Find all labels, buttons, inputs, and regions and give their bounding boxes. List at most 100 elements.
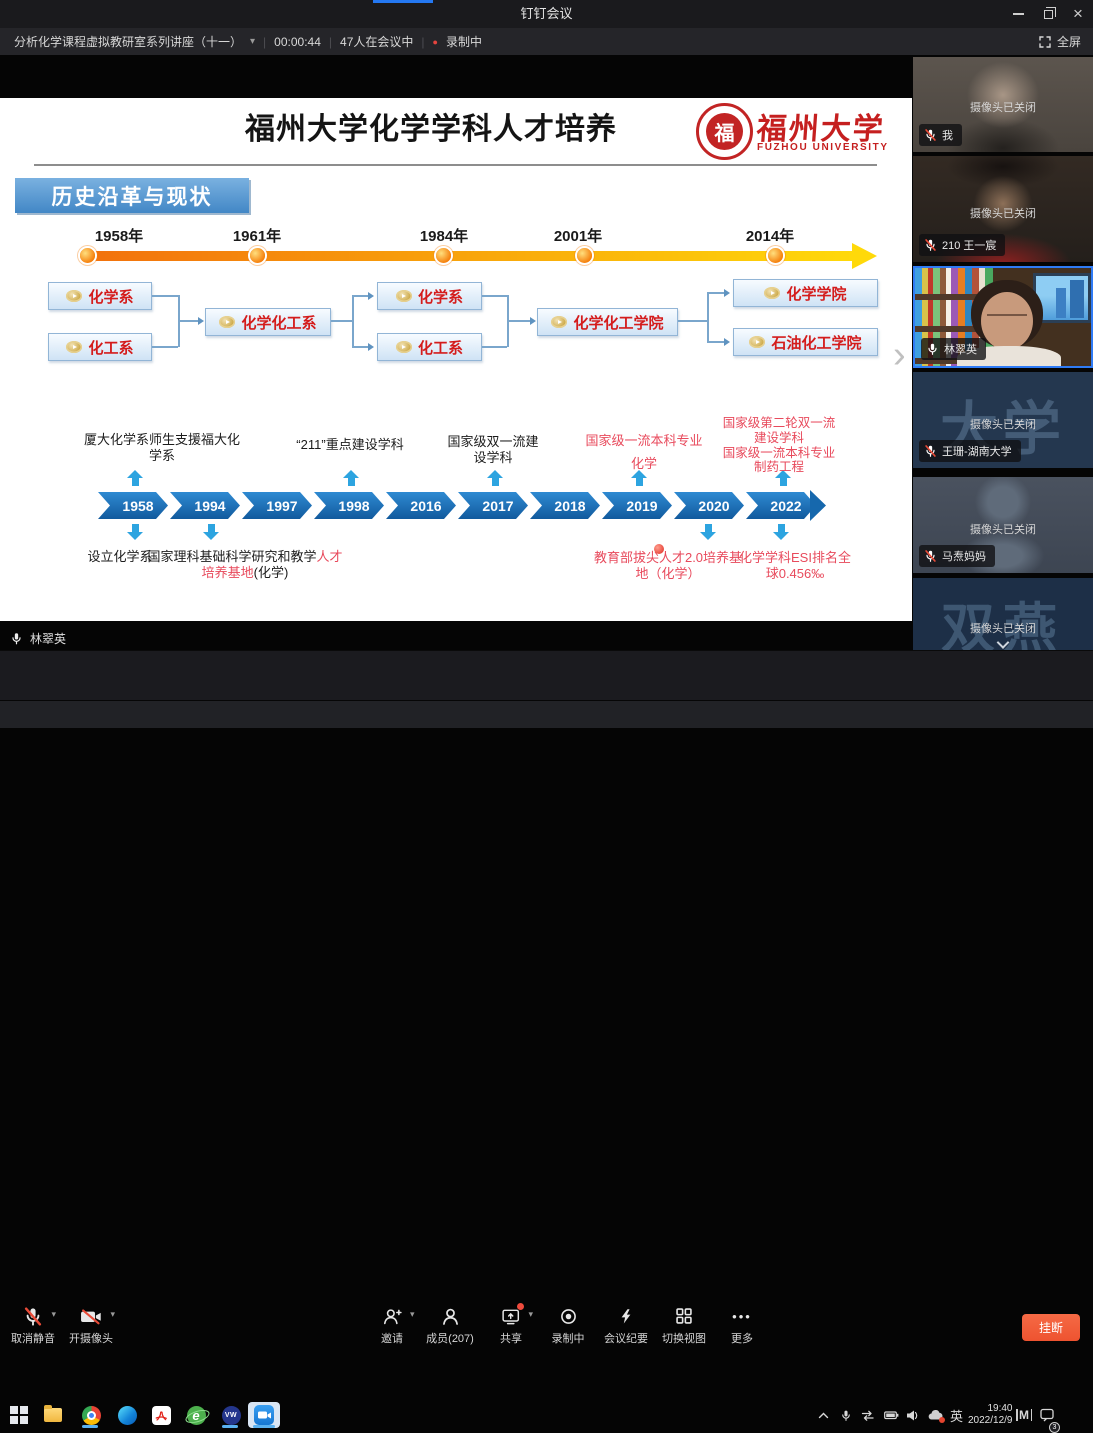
recording-button[interactable]: 录制中 [536,1306,600,1346]
title-divider [34,164,877,166]
green-browser-icon[interactable]: e [185,1404,207,1426]
unmute-button[interactable]: ▾ 取消静音 [1,1306,65,1346]
share-screen-icon: ▾ [502,1306,520,1326]
flash-notes-icon [618,1306,634,1326]
era-year: 2014年 [746,225,794,246]
grid-view-icon [676,1306,692,1326]
org-box-petrochem-college: 石油化工学院 [733,328,878,356]
participant-label: 林翠英 [921,338,986,360]
connector-line [152,295,178,297]
recording-status: 录制中 [446,33,482,50]
camera-on-button[interactable]: ▾ 开摄像头 [59,1306,123,1346]
share-screen-button[interactable]: ▾ 共享 [479,1306,543,1346]
connector-arrow-icon [368,343,374,351]
org-box-chem-chemeng-dept: 化学化工系 [205,308,331,336]
running-indicator [222,1425,238,1428]
file-explorer-icon[interactable] [42,1404,64,1426]
meeting-notes-button[interactable]: 会议纪要 [594,1306,658,1346]
caret-down-icon[interactable]: ▾ [110,1309,115,1320]
connector-arrow-icon [724,338,730,346]
minimize-button[interactable] [1003,0,1033,28]
milestone-segment: 2017 [458,492,528,519]
era-year: 1984年 [420,225,468,246]
transfer-arrows-icon [861,1410,875,1421]
separator: | [421,35,424,49]
clock-time: 19:40 [968,1403,1013,1415]
tray-clock[interactable]: 19:40 2022/12/9 [968,1401,1013,1429]
record-icon [560,1306,577,1326]
tray-show-hidden[interactable] [818,1401,829,1429]
tray-mic[interactable] [840,1401,852,1429]
play-badge-icon [764,287,780,299]
org-box-chemistry-dept-1: 化学系 [48,282,152,310]
tray-battery[interactable] [884,1401,899,1429]
notification-dot [517,1303,524,1310]
org-box-chemistry-college: 化学学院 [733,279,878,307]
milestone-segment: 2016 [386,492,456,519]
down-arrow-icon [773,524,789,540]
tray-onedrive[interactable] [928,1401,943,1429]
video-tile-active-speaker[interactable]: 林翠英 [913,266,1093,368]
milestone-annotation: 国家级第二轮双一流 建设学科 国家级一流本科专业 制药工程 [723,416,836,475]
invite-button[interactable]: ▾ 邀请 [360,1306,424,1346]
up-arrow-icon [487,470,503,486]
chrome-icon[interactable] [80,1404,102,1426]
active-speaker-indicator: 林翠英 [10,630,66,647]
era-year: 1961年 [233,225,281,246]
hangup-button[interactable]: 挂断 [1022,1314,1080,1341]
mic-muted-icon [924,129,937,141]
caret-down-icon[interactable]: ▾ [528,1309,533,1320]
more-button[interactable]: ••• 更多 [710,1306,774,1346]
connector-line [152,346,178,348]
university-name-en: FUZHOU UNIVERSITY [757,142,891,153]
acrobat-icon[interactable] [150,1404,172,1426]
meeting-title[interactable]: 分析化学课程虚拟教研室系列讲座（十一） [14,33,242,50]
window-title: 钉钉会议 [0,0,1093,28]
blue-app-icon[interactable]: VW [220,1404,242,1426]
timeline-dot [436,248,451,263]
participant-count: 47人在会议中 [340,33,413,50]
tray-network-activity[interactable] [861,1401,875,1429]
video-tile-participant[interactable]: 摄像头已关闭 210 王一宸 [913,156,1093,262]
windows-taskbar: e VW 英 19:40 2022/12/9 M 3 [0,700,1093,728]
shared-screen-slide: 福州大学化学学科人才培养 福 福州大学 FUZHOU UNIVERSITY 历史… [0,98,912,621]
connector-line [707,292,709,342]
caret-down-icon[interactable]: ▾ [250,36,255,47]
close-button[interactable]: × [1063,0,1093,28]
members-button[interactable]: 成员(207) [418,1306,482,1346]
fullscreen-button[interactable]: 全屏 [1039,33,1081,50]
edge-icon[interactable] [116,1404,138,1426]
mic-on-icon [926,343,939,355]
mic-muted-icon: ▾ [23,1306,43,1326]
down-arrow-icon [700,524,716,540]
video-tile-participant[interactable]: 双燕 摄像头已关闭 [913,578,1093,650]
switch-view-button[interactable]: 切换视图 [652,1306,716,1346]
connector-line [678,320,707,322]
video-tile-me[interactable]: 摄像头已关闭 我 [913,57,1093,152]
play-badge-icon [66,290,82,302]
tray-language[interactable]: 英 [950,1401,963,1429]
milestone-segment: 2018 [530,492,600,519]
restore-button[interactable] [1033,0,1063,28]
tray-volume[interactable] [906,1401,920,1429]
caret-down-icon[interactable]: ▾ [410,1309,415,1320]
meeting-info-bar: 分析化学课程虚拟教研室系列讲座（十一） ▾ | 00:00:44 | 47人在会… [0,28,1093,55]
milestone-annotation: 国家级一流本科专业 化学 [585,430,702,476]
video-tile-participant[interactable]: 摄像头已关闭 马焘妈妈 [913,477,1093,573]
video-tile-participant[interactable]: 大学 摄像头已关闭 王珊-湖南大学 [913,372,1093,468]
era-year: 1958年 [95,225,143,246]
caret-down-icon[interactable]: ▾ [51,1309,56,1320]
timeline-dot [80,248,95,263]
start-button[interactable] [8,1404,30,1426]
more-dots-icon: ••• [732,1306,752,1326]
milestone-segment: 1997 [242,492,312,519]
down-arrow-icon [203,524,219,540]
fullscreen-icon [1039,36,1051,48]
up-arrow-icon [127,470,143,486]
next-slide-arrow[interactable]: › [893,336,906,374]
tray-m-app[interactable]: M [1016,1401,1032,1429]
connector-line [482,346,507,348]
tray-notifications[interactable]: 3 [1040,1401,1055,1429]
up-arrow-icon [343,470,359,486]
play-badge-icon [551,316,567,328]
